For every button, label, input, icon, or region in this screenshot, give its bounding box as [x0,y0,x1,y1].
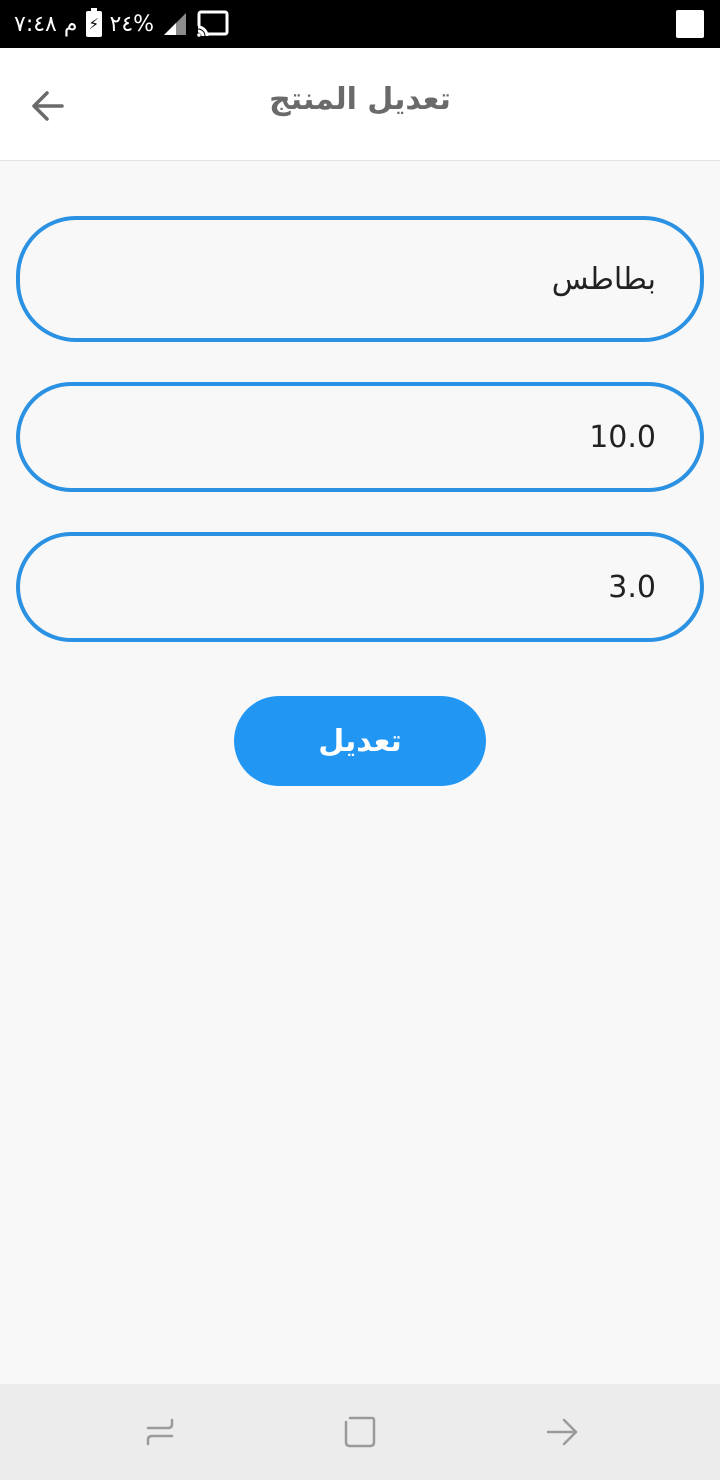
status-time: م ٧:٤٨ [14,11,78,37]
product-name-field[interactable] [16,216,704,342]
home-button[interactable] [338,1410,382,1454]
signal-icon [164,13,187,35]
product-price-input[interactable] [20,386,700,488]
back-icon [546,1418,578,1446]
home-icon [344,1416,376,1448]
page-title: تعديل المنتج [269,82,451,117]
recent-apps-icon [146,1418,174,1446]
product-quantity-input[interactable] [20,536,700,638]
product-price-field[interactable] [16,382,704,492]
product-quantity-field[interactable] [16,532,704,642]
battery-icon: ⚡ [85,8,102,37]
app-bar: تعديل المنتج [0,48,720,161]
edit-button[interactable]: تعديل [234,696,486,786]
navigation-bar [0,1384,720,1480]
status-bar: م ٧:٤٨ ⚡ ٢٤% [0,0,720,48]
system-back-button[interactable] [540,1410,584,1454]
recent-apps-button[interactable] [138,1410,182,1454]
cast-icon [196,10,229,38]
status-left: م ٧:٤٨ ⚡ ٢٤% [14,8,230,40]
status-battery: ٢٤% [109,11,155,37]
notification-square-icon [676,10,704,38]
product-name-input[interactable] [20,220,700,338]
